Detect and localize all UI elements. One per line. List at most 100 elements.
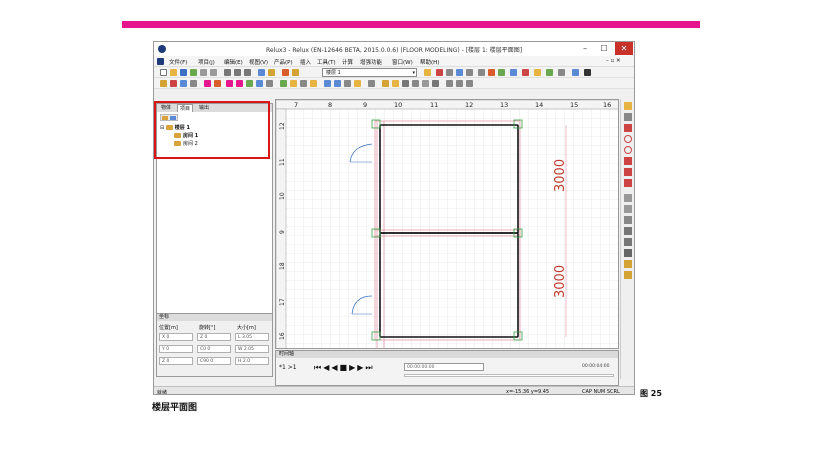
rotate-icon[interactable] [446,69,453,76]
open-icon[interactable] [170,69,177,76]
light-tool-icon[interactable] [290,80,297,87]
tool-c-icon[interactable] [624,216,632,224]
menu-help[interactable]: 帮助(H) [420,58,439,66]
menu-products[interactable]: 产品(P) [274,58,293,66]
pos-z-field[interactable]: Z 0 [159,357,193,365]
building-icon[interactable] [292,69,299,76]
arc-tool-icon[interactable] [236,80,243,87]
print-icon[interactable] [190,69,197,76]
object-icon[interactable] [498,69,505,76]
array-tool-icon[interactable] [456,80,463,87]
column-tool-icon[interactable] [190,80,197,87]
undo-icon[interactable] [200,69,207,76]
copy-tool-icon[interactable] [446,80,453,87]
ortho-icon[interactable] [422,80,429,87]
line-icon[interactable] [624,113,632,121]
timeline-start-field[interactable]: 00:00:00:00 [404,363,484,371]
settings-icon[interactable] [558,69,565,76]
grid-icon[interactable] [478,69,485,76]
calc-icon[interactable] [488,69,495,76]
rot-c0-field[interactable]: C0 0 [197,345,231,353]
tree-icon[interactable] [546,69,553,76]
menu-file[interactable]: 文件(F) [169,58,187,66]
snap-point-icon[interactable] [392,80,399,87]
floor-select[interactable]: 楼层 1 ▾ [322,68,417,77]
snap-angle-icon[interactable] [412,80,419,87]
menu-calculate[interactable]: 计算 [342,58,353,66]
render-icon[interactable] [522,69,529,76]
menu-tools[interactable]: 工具(T) [317,58,336,66]
angle-icon[interactable] [624,168,632,176]
pan-icon[interactable] [344,80,351,87]
mirror-icon[interactable] [432,80,439,87]
menu-edit[interactable]: 编辑(E) [224,58,243,66]
window-tool-icon[interactable] [180,80,187,87]
tool-f-icon[interactable] [624,249,632,257]
layers-icon[interactable] [282,69,289,76]
cut-icon[interactable] [224,69,231,76]
camera-icon[interactable] [510,69,517,76]
floor-plan-canvas[interactable]: 7 8 9 10 11 12 13 14 15 16 12 11 10 9 18… [275,99,619,349]
wall-tool-icon[interactable] [160,80,167,87]
redo-icon[interactable] [210,69,217,76]
curve-tool-icon[interactable] [246,80,253,87]
align-icon[interactable] [466,69,473,76]
polygon-tool-icon[interactable] [256,80,263,87]
line-tool-icon[interactable] [226,80,233,87]
cross-icon[interactable] [624,124,632,132]
sun-tool-icon[interactable] [310,80,317,87]
tool-e-icon[interactable] [624,238,632,246]
copy-icon[interactable] [234,69,241,76]
menu-view[interactable]: 视图(V) [249,58,268,66]
new-icon[interactable] [160,69,167,76]
zoom-icon[interactable] [258,69,265,76]
rot-z-field[interactable]: Z 0 [197,333,231,341]
tool-d-icon[interactable] [624,227,632,235]
lamp-icon[interactable] [534,69,541,76]
pos-x-field[interactable]: X 0 [159,333,193,341]
arc-icon[interactable] [624,146,632,154]
menu-insert[interactable]: 插入 [300,58,311,66]
snap-line-icon[interactable] [402,80,409,87]
zoom-in-icon[interactable] [324,80,331,87]
menu-enhancements[interactable]: 增强功能 [360,58,382,66]
menu-project[interactable]: 项目(j) [198,58,215,66]
tool-a-icon[interactable] [624,194,632,202]
timeline-track[interactable] [404,374,614,377]
lasso-tool-icon[interactable] [300,80,307,87]
circle-icon[interactable] [624,135,632,143]
tool-h-icon[interactable] [624,271,632,279]
minimize-button[interactable]: – [576,42,594,55]
tool-b-icon[interactable] [624,205,632,213]
snap-grid-icon[interactable] [382,80,389,87]
maximize-button[interactable]: ☐ [595,42,613,55]
close-button[interactable]: ✕ [615,42,633,55]
paste-icon[interactable] [244,69,251,76]
paint-tool-icon[interactable] [266,80,273,87]
room-tool-icon[interactable] [214,80,221,87]
playback-controls[interactable]: ⏮◀◀■▶▶⏭ [314,363,375,373]
monitor-icon[interactable] [584,69,591,76]
measure-icon[interactable] [456,69,463,76]
fit-icon[interactable] [354,80,361,87]
corner-icon[interactable] [624,157,632,165]
search-icon[interactable] [368,80,375,87]
tool-g-icon[interactable] [624,260,632,268]
size-w-field[interactable]: W 2.05 [235,345,269,353]
size-l-field[interactable]: L 3.05 [235,333,269,341]
luminaire-icon[interactable] [424,69,431,76]
pos-y-field[interactable]: Y 0 [159,345,193,353]
delete-tool-icon[interactable] [466,80,473,87]
select-tool-icon[interactable] [280,80,287,87]
mdi-minimize-button[interactable]: – ▫ ✕ [606,58,621,64]
size-h-field[interactable]: H 2.0 [235,357,269,365]
door-tool-icon[interactable] [170,80,177,87]
zoom-out-icon[interactable] [334,80,341,87]
floor-icon[interactable] [268,69,275,76]
rot-c90-field[interactable]: C90 0 [197,357,231,365]
menu-window[interactable]: 窗口(W) [392,58,413,66]
pencil-icon[interactable] [624,102,632,110]
zigzag-icon[interactable] [624,179,632,187]
move-icon[interactable] [436,69,443,76]
help-icon[interactable] [572,69,579,76]
